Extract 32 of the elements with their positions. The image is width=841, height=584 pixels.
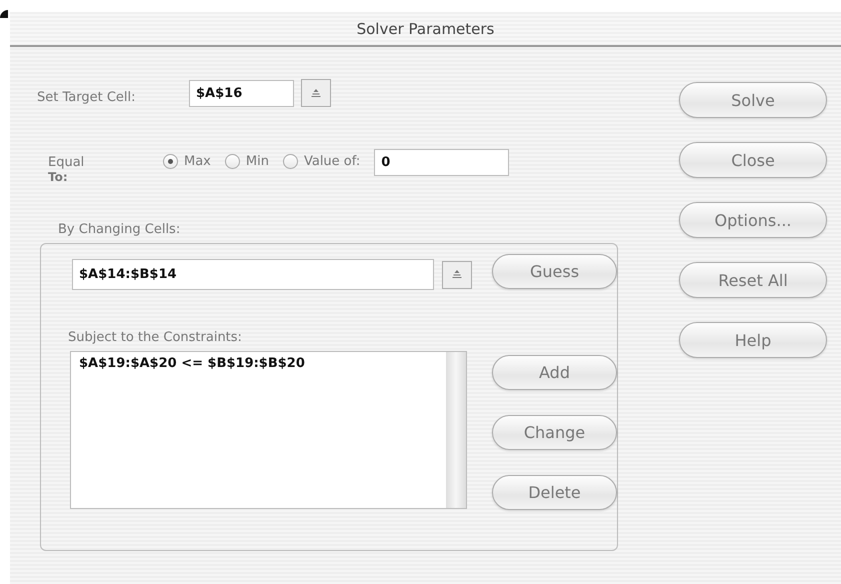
- dialog-button[interactable]: Solve: [679, 82, 827, 118]
- target-cell-label: Set Target Cell:: [37, 90, 137, 104]
- guess-button[interactable]: Guess: [492, 254, 617, 289]
- to-label: To:: [48, 170, 69, 184]
- collapse-button[interactable]: [442, 260, 472, 288]
- changing-cells-label: By Changing Cells:: [58, 222, 182, 237]
- dialog-button[interactable]: Reset All: [679, 262, 827, 298]
- radio-label: Max: [184, 154, 211, 169]
- constraint-button[interactable]: Delete: [492, 475, 617, 510]
- collapse-icon: [452, 270, 462, 279]
- radio-label: Value of:: [304, 154, 360, 169]
- constraints-list[interactable]: $A$19:$A$20 <= $B$19:$B$20: [70, 351, 467, 509]
- constraint-button[interactable]: Change: [492, 415, 617, 450]
- constraints-label: Subject to the Constraints:: [68, 330, 243, 345]
- radio-button[interactable]: [163, 154, 178, 169]
- changing-cells-field[interactable]: $A$14:$B$14: [72, 259, 434, 290]
- dialog-button[interactable]: Close: [679, 142, 827, 178]
- target-cell-field[interactable]: $A$16: [189, 80, 294, 106]
- dialog-button[interactable]: Options...: [679, 202, 827, 238]
- constraint-button[interactable]: Add: [492, 355, 617, 390]
- dialog-button[interactable]: Help: [679, 322, 827, 358]
- collapse-button[interactable]: [301, 79, 331, 107]
- radio-button[interactable]: [282, 154, 298, 169]
- scrollbar[interactable]: [446, 352, 466, 508]
- radio-label: Min: [246, 154, 269, 169]
- radio-button[interactable]: [224, 154, 240, 169]
- equal-label: Equal: [48, 155, 86, 170]
- constraint-item[interactable]: $A$19:$A$20 <= $B$19:$B$20: [79, 356, 438, 371]
- window-title: Solver Parameters: [356, 20, 494, 38]
- value-field[interactable]: 0: [374, 149, 510, 176]
- window-corner: [0, 10, 8, 18]
- collapse-icon: [311, 88, 321, 98]
